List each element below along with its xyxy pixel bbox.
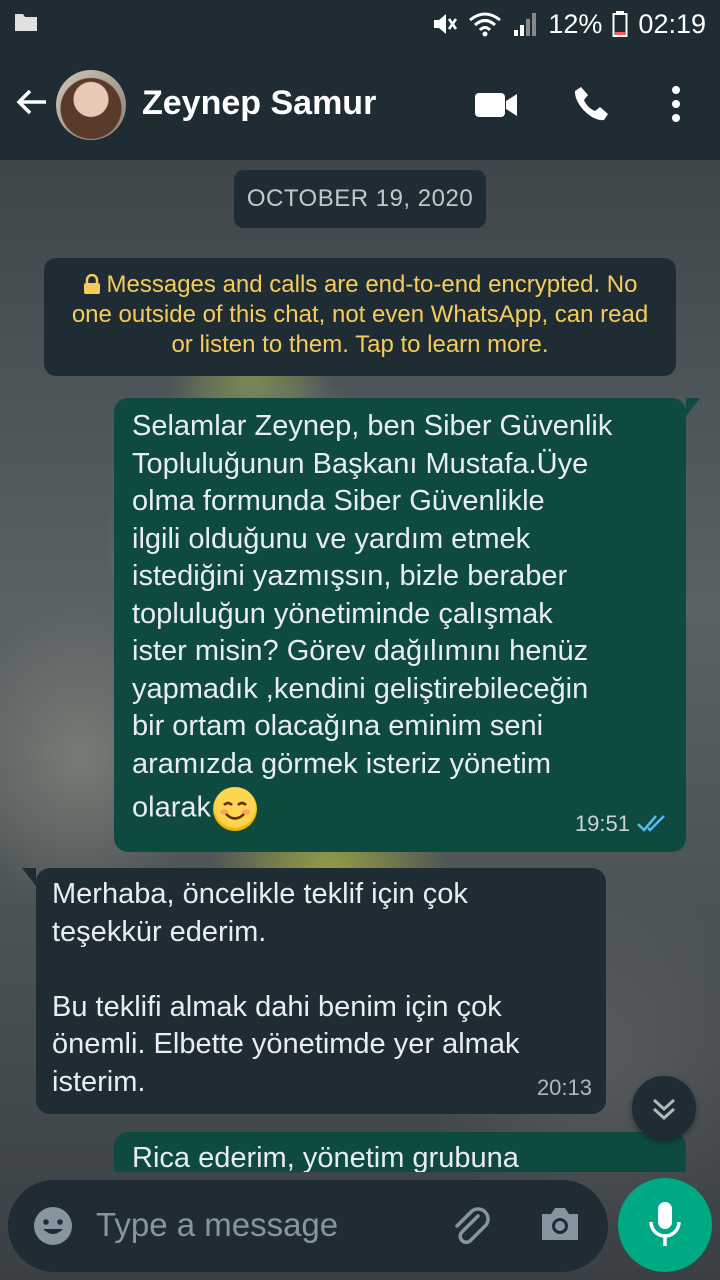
wifi-icon: [469, 12, 502, 37]
status-time: 02:19: [638, 8, 706, 39]
message-line: Merhaba, öncelikle teklif için çok: [52, 878, 468, 910]
attach-paperclip-icon[interactable]: [448, 1202, 494, 1248]
message-line-blank: [52, 951, 590, 989]
battery-icon: [612, 11, 628, 37]
encryption-text: Messages and calls are end-to-end encryp…: [71, 271, 649, 358]
bubble-tail: [686, 398, 700, 416]
mute-icon: [434, 14, 458, 34]
message-line: Bu teklifi almak dahi benim için çok: [52, 990, 502, 1023]
compose-bar[interactable]: Type a message: [8, 1180, 608, 1272]
voice-message-button[interactable]: [618, 1178, 712, 1272]
back-arrow-icon[interactable]: [14, 84, 50, 120]
bubble-tail: [22, 868, 36, 886]
signal-icon: [514, 13, 537, 36]
voice-call-icon[interactable]: [572, 84, 612, 124]
message-line: yapmadık ,kendini geliştirebileceğin: [132, 672, 589, 705]
outgoing-message[interactable]: Rica ederim, yönetim grubuna: [114, 1132, 686, 1172]
message-line: Topluluğunun Başkanı Mustafa.Üye: [132, 447, 589, 480]
lock-icon: [83, 274, 100, 294]
message-line: aramızda görmek isteriz yönetim: [132, 747, 552, 780]
outgoing-message[interactable]: Selamlar Zeynep, ben Siber Güvenlik Topl…: [114, 398, 686, 852]
microphone-icon: [649, 1202, 681, 1246]
folder-icon: [15, 14, 37, 31]
smiling-face-emoji-icon: [213, 787, 257, 831]
camera-icon[interactable]: [538, 1204, 582, 1244]
double-check-read-icon: [637, 815, 665, 833]
encryption-notice[interactable]: Messages and calls are end-to-end encryp…: [44, 258, 676, 376]
message-line: ilgili olduğunu ve yardım etmek: [132, 522, 531, 555]
message-line: istediğini yazmışsın, bizle beraber: [132, 560, 568, 592]
message-line: teşekkür ederim.: [52, 915, 267, 948]
incoming-message[interactable]: Merhaba, öncelikle teklif için çok teşek…: [36, 868, 606, 1114]
chat-header: Zeynep Samur: [0, 48, 720, 160]
message-line: Selamlar Zeynep, ben Siber Güvenlik: [132, 410, 613, 442]
message-time: 20:13: [536, 1074, 592, 1100]
message-line: Rica ederim, yönetim grubuna: [132, 1142, 519, 1172]
message-line: ister misin? Görev dağılımını henüz: [132, 635, 589, 667]
scroll-to-bottom-button[interactable]: [632, 1076, 696, 1140]
avatar[interactable]: [56, 70, 126, 140]
date-chip: OCTOBER 19, 2020: [234, 170, 486, 228]
message-line: bir ortam olacağına eminim seni: [132, 710, 544, 742]
contact-name[interactable]: Zeynep Samur: [142, 84, 376, 123]
message-line: olarak: [132, 791, 211, 824]
message-time: 19:51: [574, 810, 630, 836]
more-options-icon[interactable]: [664, 84, 688, 124]
message-line: topluluğun yönetiminde çalışmak: [132, 597, 553, 630]
message-input[interactable]: Type a message: [96, 1206, 338, 1244]
message-meta: 19:51: [575, 805, 670, 843]
battery-percent: 12%: [548, 8, 603, 39]
message-line: isterim.: [52, 1065, 146, 1098]
video-call-icon[interactable]: [474, 90, 518, 120]
message-line: önemli. Elbette yönetimde yer almak: [52, 1028, 520, 1060]
double-chevron-down-icon: [652, 1098, 676, 1121]
emoji-icon[interactable]: [32, 1205, 74, 1247]
status-bar: 12% 02:19: [0, 0, 720, 48]
message-line: olma formunda Siber Güvenlikle: [132, 485, 545, 517]
